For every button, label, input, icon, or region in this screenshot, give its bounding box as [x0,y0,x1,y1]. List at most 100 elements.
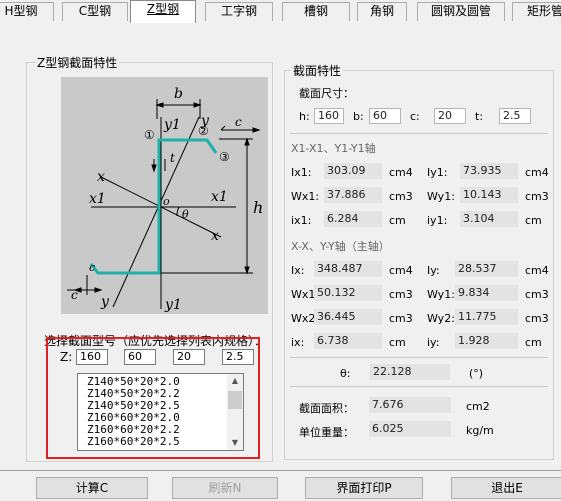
dim-t-value: 2.5 [499,108,531,124]
tab-c-steel[interactable]: C型钢 [62,2,128,21]
tab-z-steel[interactable]: Z型钢 [130,0,196,23]
dim-h-label: h [253,198,263,217]
tab-rect-tube[interactable]: 矩形管 [512,2,561,21]
x1-axis-label-right: x1 [211,189,228,205]
axis2-title: X-X、Y-Y轴（主轴） [291,240,390,253]
iy1-value: 73.935 [460,163,518,179]
dim-h-value: 160 [314,108,344,124]
theta-value: 22.128 [370,364,450,380]
dim-t-text: t: [475,110,484,123]
ix1-radius-value: 6.284 [324,211,382,227]
ix1-unit: cm4 [389,166,413,179]
tab-i-beam[interactable]: 工字钢 [205,2,273,21]
wx2-unit: cm3 [389,312,413,325]
iy-radius-unit: cm [525,336,542,349]
dim-b-label: b [174,86,183,102]
wy1-unit: cm3 [525,190,549,203]
dim-b-value: 60 [369,108,401,124]
dim-b-text: b: [353,110,364,123]
divider [290,386,548,387]
iy1-radius-label: iy1: [427,214,448,227]
refresh-button[interactable]: 刷新N [172,477,278,499]
area-unit: cm2 [466,400,490,413]
tab-angle[interactable]: 角钢 [357,2,407,21]
corner-3-label: ③ [219,150,230,164]
origin-label: o [163,195,170,208]
y1-axis-label: y1 [163,117,181,133]
theta-text: θ: [340,367,351,380]
dim-c-bottom-label: c [71,288,78,302]
wy1-main-value: 9.834 [455,285,518,301]
ix-radius-label: ix: [291,336,305,349]
properties-title: 截面特性 [291,62,344,79]
ix-value: 348.487 [314,261,382,277]
tab-round[interactable]: 圆钢及圆管 [417,2,505,21]
iy1-radius-unit: cm [525,214,542,227]
theta-label: θ [182,208,189,221]
tab-bar: H型钢 C型钢 Z型钢 工字钢 槽钢 角钢 圆钢及圆管 矩形管 [0,0,561,23]
wx1-unit: cm3 [389,190,413,203]
area-value: 7.676 [369,397,451,413]
iy-label: Iy: [427,264,440,277]
print-button[interactable]: 界面打印P [305,477,423,499]
x-axis-label: x [97,169,105,185]
wx2-value: 36.445 [314,309,382,325]
x-axis-label-right: x [211,228,219,244]
ix1-radius-unit: cm [389,214,406,227]
y-axis-label-bottom: y [100,294,110,310]
ix-radius-value: 6.738 [314,333,382,349]
axis1-title: X1-X1、Y1-Y1轴 [291,142,376,155]
ix-radius-unit: cm [389,336,406,349]
dim-c-text: c: [410,110,420,123]
dim-c-label: c [235,115,242,129]
ix1-value: 303.09 [324,163,382,179]
corner-1-label: ① [144,128,155,142]
wy1-value: 10.143 [460,187,518,203]
ix-label: Ix: [291,264,305,277]
wx1-main-value: 50.132 [314,285,382,301]
divider [290,357,548,358]
z-section-drawing: b c h t θ o x x x1 x1 y1 y1 y y ① ② ③ c … [67,86,263,313]
iy-radius-label: iy: [427,336,440,349]
ix1-label: Ix1: [291,166,312,179]
iy1-unit: cm4 [525,166,549,179]
dim-c-value: 20 [434,108,466,124]
footer-divider [0,470,561,471]
dim-h-text: h: [299,110,310,123]
wy1-main-label: Wy1: [427,288,455,301]
iy-unit: cm4 [525,264,549,277]
wy2-label: Wy2: [427,312,455,325]
wy2-unit: cm3 [525,312,549,325]
z-section-diagram: b c h t θ o x x x1 x1 y1 y1 y y ① ② ③ c … [61,77,268,314]
iy1-radius-value: 3.104 [460,211,518,227]
weight-value: 6.025 [369,421,451,437]
tab-h-steel[interactable]: H型钢 [0,2,54,21]
calc-button[interactable]: 计算C [36,477,148,499]
wy1-label: Wy1: [427,190,455,203]
dims-label: 截面尺寸： [299,87,354,100]
tab-channel[interactable]: 槽钢 [282,2,350,21]
dim-t-label: t [170,151,175,165]
highlight-box [46,337,260,459]
y1-axis-label-bottom: y1 [164,297,182,313]
ix1-radius-label: ix1: [291,214,312,227]
exit-button[interactable]: 退出E [451,477,561,499]
ix-unit: cm4 [389,264,413,277]
wx1-label: Wx1: [291,190,320,203]
wx1-value: 37.886 [324,187,382,203]
corner-2-label: ② [198,124,209,138]
section-group-title: Z型钢截面特性 [35,54,120,71]
wy1-main-unit: cm3 [525,288,549,301]
area-label: 截面面积： [299,402,354,415]
divider [290,133,548,134]
wx1-main-unit: cm3 [389,288,413,301]
iy-value: 28.537 [455,261,518,277]
iy1-label: Iy1: [427,166,448,179]
dim-c-left-label: c [89,261,95,274]
iy-radius-value: 1.928 [455,333,518,349]
theta-unit: (°) [469,367,484,380]
wy2-value: 11.775 [455,309,518,325]
x1-axis-label: x1 [89,191,106,207]
weight-label: 单位重量： [299,426,354,439]
weight-unit: kg/m [466,424,494,437]
